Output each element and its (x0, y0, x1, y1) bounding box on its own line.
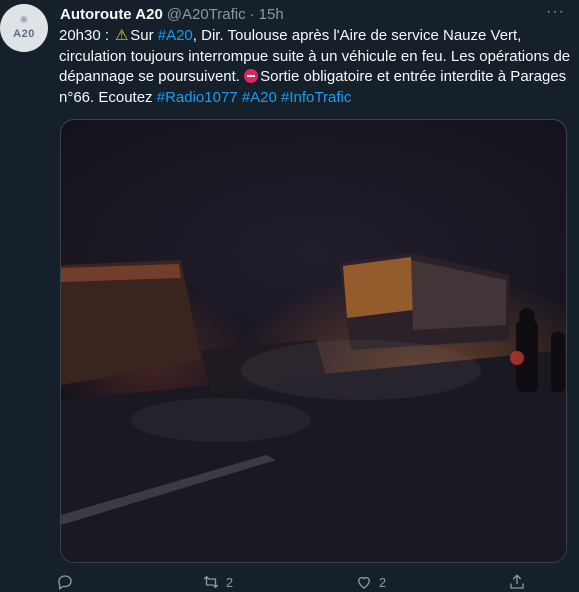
hashtag-link[interactable]: #A20 (158, 27, 193, 44)
more-options-icon[interactable]: ··· (546, 3, 565, 21)
hashtag-link[interactable]: #Radio1077 (157, 89, 238, 106)
night-fire-scene (61, 253, 566, 562)
avatar-logo-icon: ❋ (19, 15, 29, 26)
like-button[interactable]: 2 (355, 572, 386, 592)
tweet-text-part: Sur (130, 27, 158, 44)
avatar-text: A20 (13, 28, 35, 40)
tweet-actions: 2 2 (56, 572, 526, 592)
tweet-header: Autoroute A20 @A20Trafic · 15h (60, 4, 549, 24)
reply-icon (58, 575, 72, 591)
like-count: 2 (378, 574, 387, 590)
retweet-icon (203, 575, 219, 589)
share-icon (510, 574, 524, 589)
retweet-count: 2 (225, 574, 234, 590)
hashtag-link[interactable]: #A20 (242, 89, 277, 106)
separator-dot: · (249, 5, 255, 23)
tweet-text-part: 20h30 : (59, 27, 114, 44)
warning-icon: ⚠ (114, 27, 129, 44)
heart-icon (357, 576, 370, 589)
smoke (241, 340, 481, 400)
tweet-photo[interactable] (60, 119, 567, 563)
tweet-text: 20h30 : ⚠ Sur #A20, Dir. Toulouse après l… (59, 26, 571, 108)
avatar[interactable]: ❋ A20 (0, 4, 48, 52)
author-name[interactable]: Autoroute A20 (60, 6, 163, 23)
share-button[interactable] (508, 572, 526, 592)
no-entry-icon (244, 69, 259, 83)
reply-button[interactable] (56, 572, 80, 592)
retweet-button[interactable]: 2 (202, 572, 233, 592)
hashtag-link[interactable]: #InfoTrafic (281, 89, 351, 106)
timestamp[interactable]: 15h (259, 6, 284, 23)
author-handle[interactable]: @A20Trafic (167, 6, 246, 23)
